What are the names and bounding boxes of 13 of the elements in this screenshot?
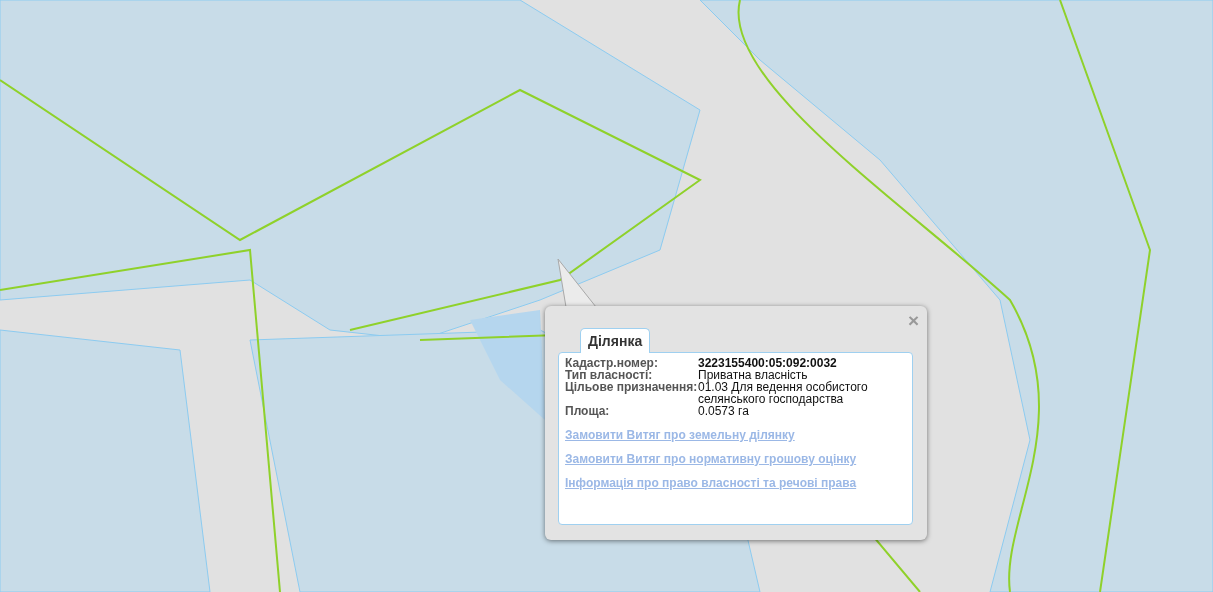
field-value: Приватна власність <box>698 369 808 381</box>
close-button[interactable]: × <box>907 311 919 330</box>
field-value: 01.03 Для ведення особистого селянського господарства <box>698 381 869 405</box>
field-label: Кадастр.номер: <box>565 357 659 369</box>
field-value: 0.0573 га <box>698 405 750 417</box>
link[interactable]: Інформація про право власності та речові права <box>565 476 857 490</box>
field-label: Площа: <box>565 405 611 417</box>
field-label: Цільове призначення: <box>565 381 698 396</box>
link[interactable]: Замовити Витяг про земельну ділянку <box>565 428 795 442</box>
field-value: 3223155400:05:092:0032 <box>698 357 838 369</box>
tab[interactable]: Ділянка <box>580 328 651 353</box>
link[interactable]: Замовити Витяг про нормативну грошову оцінку <box>565 452 857 466</box>
field-label: Тип власності: <box>565 369 653 381</box>
